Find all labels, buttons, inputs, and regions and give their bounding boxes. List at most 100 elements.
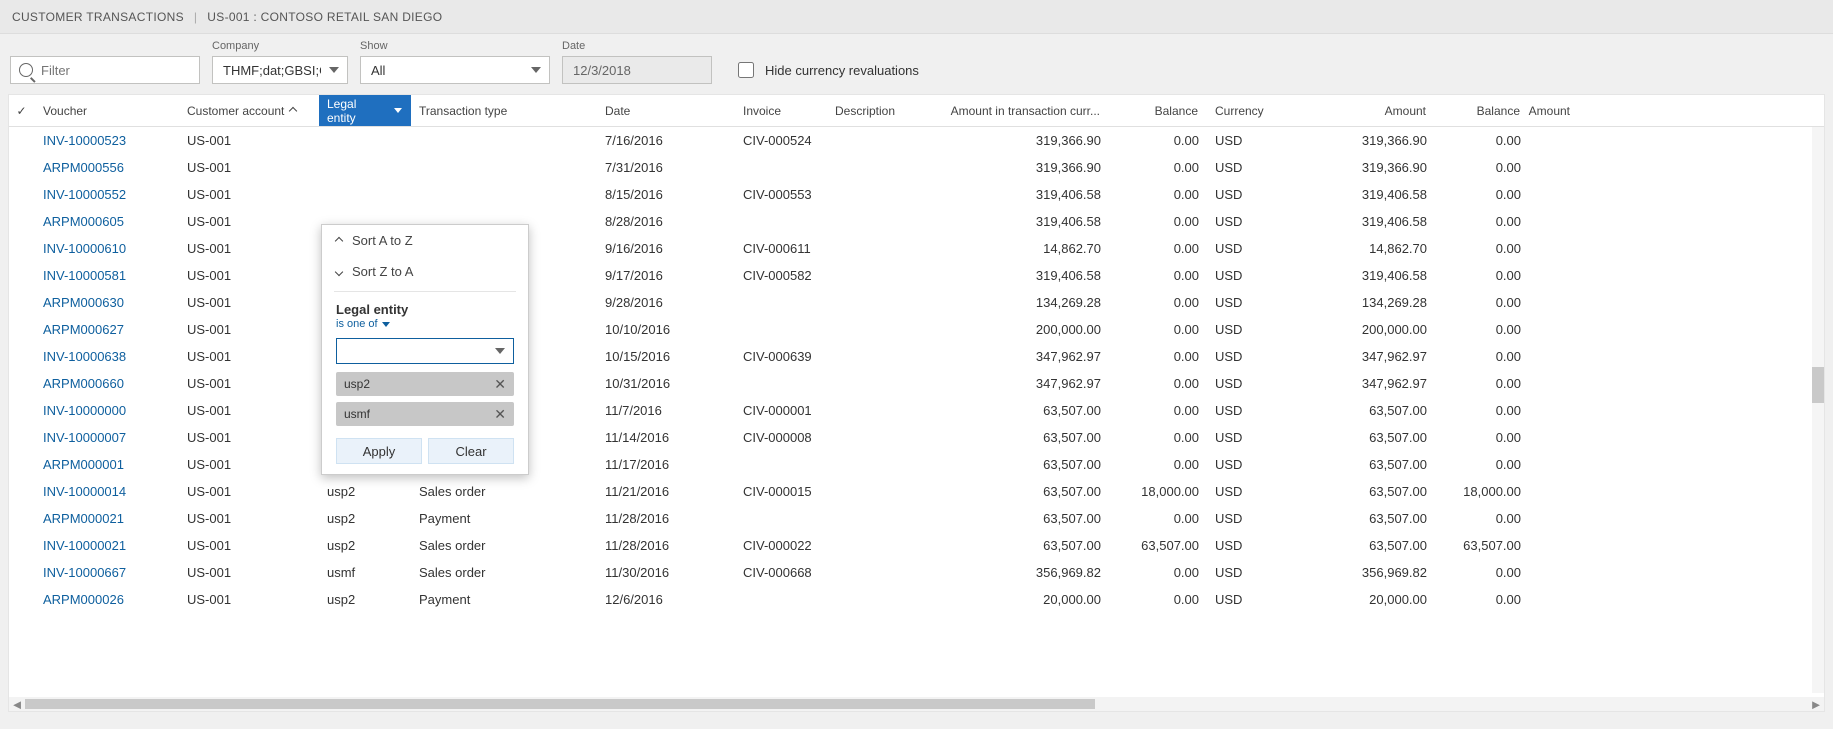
amount-cell: 319,406.58	[1267, 268, 1435, 283]
table-row[interactable]: ARPM000627US-00110/10/2016200,000.000.00…	[9, 316, 1812, 343]
voucher-link[interactable]: ARPM000001	[35, 457, 179, 472]
currency-cell: USD	[1207, 376, 1267, 391]
filter-section-title: Legal entity	[322, 302, 528, 317]
balance-2-cell: 0.00	[1435, 322, 1529, 337]
table-row[interactable]: INV-10000581US-0019/17/2016CIV-000582319…	[9, 262, 1812, 289]
sort-a-to-z[interactable]: Sort A to Z	[322, 225, 528, 256]
table-row[interactable]: ARPM000630US-0019/28/2016134,269.280.00U…	[9, 289, 1812, 316]
amount-txc-cell: 63,507.00	[931, 511, 1109, 526]
voucher-link[interactable]: INV-10000667	[35, 565, 179, 580]
company-value[interactable]	[221, 62, 323, 79]
legal-entity-cell: usp2	[319, 592, 411, 607]
chevron-down-icon	[394, 108, 402, 113]
filter-operator[interactable]: is one of	[322, 317, 528, 338]
transaction-type-cell: Payment	[411, 511, 597, 526]
voucher-link[interactable]: ARPM000630	[35, 295, 179, 310]
table-row[interactable]: INV-10000021US-001usp2Sales order11/28/2…	[9, 532, 1812, 559]
col-legal-entity[interactable]: Legal entity	[319, 95, 411, 126]
table-row[interactable]: ARPM000556US-0017/31/2016319,366.900.00U…	[9, 154, 1812, 181]
col-customer-account[interactable]: Customer account	[179, 95, 319, 126]
sort-z-to-a[interactable]: Sort Z to A	[322, 256, 528, 287]
table-row[interactable]: INV-10000014US-001usp2Sales order11/21/2…	[9, 478, 1812, 505]
voucher-link[interactable]: INV-10000014	[35, 484, 179, 499]
amount-txc-cell: 134,269.28	[931, 295, 1109, 310]
col-amount-3[interactable]: Amount	[1529, 95, 1579, 126]
voucher-link[interactable]: ARPM000026	[35, 592, 179, 607]
date-cell: 12/6/2016	[597, 592, 735, 607]
apply-button[interactable]: Apply	[336, 438, 422, 464]
table-row[interactable]: ARPM000001US-001usp2Payment11/17/201663,…	[9, 451, 1812, 478]
horizontal-scrollbar[interactable]: ◄ ►	[9, 697, 1824, 711]
table-row[interactable]: INV-10000000US-001usp2Sales order11/7/20…	[9, 397, 1812, 424]
voucher-link[interactable]: INV-10000581	[35, 268, 179, 283]
balance-2-cell: 0.00	[1435, 592, 1529, 607]
col-balance-2[interactable]: Balance	[1435, 95, 1529, 126]
show-label: Show	[360, 40, 550, 52]
hide-revaluations-input[interactable]	[738, 62, 754, 78]
col-balance-1[interactable]: Balance	[1109, 95, 1207, 126]
table-row[interactable]: ARPM000605US-0018/28/2016319,406.580.00U…	[9, 208, 1812, 235]
invoice-cell: CIV-000008	[735, 430, 827, 445]
table-row[interactable]: INV-10000523US-0017/16/2016CIV-000524319…	[9, 127, 1812, 154]
date-cell: 10/15/2016	[597, 349, 735, 364]
vertical-scroll-thumb[interactable]	[1812, 367, 1824, 403]
company-dropdown[interactable]	[212, 56, 348, 84]
currency-cell: USD	[1207, 511, 1267, 526]
col-amount[interactable]: Amount	[1267, 95, 1435, 126]
scroll-right-arrow-icon[interactable]: ►	[1808, 697, 1824, 711]
col-currency[interactable]: Currency	[1207, 95, 1267, 126]
table-row[interactable]: ARPM000026US-001usp2Payment12/6/201620,0…	[9, 586, 1812, 613]
legal-entity-filter-popup: Sort A to Z Sort Z to A Legal entity is …	[321, 224, 529, 475]
hide-revaluations-checkbox[interactable]: Hide currency revaluations	[734, 56, 919, 84]
balance-1-cell: 0.00	[1109, 511, 1207, 526]
voucher-link[interactable]: INV-10000552	[35, 187, 179, 202]
amount-txc-cell: 63,507.00	[931, 538, 1109, 553]
remove-tag-icon[interactable]: ✕	[494, 376, 506, 393]
voucher-link[interactable]: INV-10000610	[35, 241, 179, 256]
table-row[interactable]: INV-10000552US-0018/15/2016CIV-000553319…	[9, 181, 1812, 208]
legal-entity-cell: usp2	[319, 511, 411, 526]
table-row[interactable]: INV-10000667US-001usmfSales order11/30/2…	[9, 559, 1812, 586]
col-date[interactable]: Date	[597, 95, 735, 126]
table-row[interactable]: INV-10000007US-001usp2Sales order11/14/2…	[9, 424, 1812, 451]
balance-1-cell: 0.00	[1109, 268, 1207, 283]
amount-txc-cell: 347,962.97	[931, 349, 1109, 364]
col-transaction-type[interactable]: Transaction type	[411, 95, 597, 126]
filter-value-input[interactable]	[345, 343, 495, 360]
vertical-scrollbar[interactable]	[1812, 127, 1824, 693]
col-description[interactable]: Description	[827, 95, 931, 126]
voucher-link[interactable]: INV-10000007	[35, 430, 179, 445]
scroll-left-arrow-icon[interactable]: ◄	[9, 697, 25, 711]
amount-txc-cell: 14,862.70	[931, 241, 1109, 256]
table-row[interactable]: ARPM000660US-001usmfPayment10/31/2016347…	[9, 370, 1812, 397]
invoice-cell: CIV-000668	[735, 565, 827, 580]
table-row[interactable]: INV-10000638US-00110/15/2016CIV-00063934…	[9, 343, 1812, 370]
date-field[interactable]	[562, 56, 712, 84]
voucher-link[interactable]: INV-10000638	[35, 349, 179, 364]
filter-value-combo[interactable]	[336, 338, 514, 364]
remove-tag-icon[interactable]: ✕	[494, 406, 506, 423]
show-dropdown[interactable]	[360, 56, 550, 84]
voucher-link[interactable]: ARPM000660	[35, 376, 179, 391]
voucher-link[interactable]: ARPM000627	[35, 322, 179, 337]
voucher-link[interactable]: INV-10000021	[35, 538, 179, 553]
voucher-link[interactable]: ARPM000605	[35, 214, 179, 229]
voucher-link[interactable]: ARPM000021	[35, 511, 179, 526]
col-invoice[interactable]: Invoice	[735, 95, 827, 126]
filter-search[interactable]	[10, 56, 200, 84]
col-amount-transaction-currency[interactable]: Amount in transaction curr...	[931, 95, 1109, 126]
table-row[interactable]: INV-10000610US-0019/16/2016CIV-00061114,…	[9, 235, 1812, 262]
voucher-link[interactable]: INV-10000523	[35, 133, 179, 148]
voucher-link[interactable]: INV-10000000	[35, 403, 179, 418]
select-all-header[interactable]: ✓	[9, 95, 35, 126]
date-value[interactable]	[571, 62, 703, 79]
horizontal-scroll-thumb[interactable]	[25, 699, 1095, 709]
amount-cell: 319,366.90	[1267, 133, 1435, 148]
show-value[interactable]	[369, 62, 525, 79]
clear-button[interactable]: Clear	[428, 438, 514, 464]
col-voucher[interactable]: Voucher	[35, 95, 179, 126]
table-row[interactable]: ARPM000021US-001usp2Payment11/28/201663,…	[9, 505, 1812, 532]
voucher-link[interactable]: ARPM000556	[35, 160, 179, 175]
balance-2-cell: 18,000.00	[1435, 484, 1529, 499]
filter-search-input[interactable]	[39, 62, 191, 79]
